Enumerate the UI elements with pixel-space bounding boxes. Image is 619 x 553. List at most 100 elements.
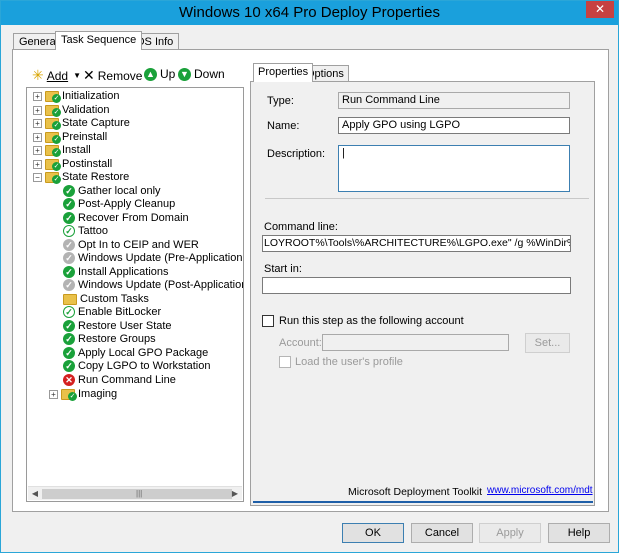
divider [265, 198, 589, 199]
name-label: Name: [267, 120, 300, 132]
description-input[interactable]: | [338, 145, 570, 192]
properties-box: Type: Run Command Line Name: Apply GPO u… [250, 81, 595, 506]
tab-properties[interactable]: Properties [253, 63, 314, 82]
set-button: Set... [525, 333, 570, 353]
folder-icon [45, 90, 61, 103]
command-line-input[interactable]: LOYROOT%\Tools\%ARCHITECTURE%\LGPO.exe" … [262, 235, 571, 252]
name-input[interactable]: Apply GPO using LGPO [338, 117, 570, 134]
error-icon: ✕ [63, 374, 75, 386]
tree-item-selected[interactable]: ✕ Run Command Line [63, 373, 176, 387]
check-outline-icon: ✓ [63, 225, 75, 237]
title-bar[interactable]: Windows 10 x64 Pro Deploy Properties ✕ [1, 1, 618, 25]
footer-rule [253, 501, 593, 503]
up-button[interactable]: ▲ Up [144, 67, 175, 81]
mdt-link[interactable]: www.microsoft.com/mdt [487, 485, 593, 496]
expand-icon[interactable]: + [33, 105, 42, 115]
type-label: Type: [267, 95, 294, 107]
expand-icon[interactable]: + [33, 91, 42, 101]
tree-item[interactable]: ✓ Opt In to CEIP and WER [63, 238, 199, 252]
check-icon: ✓ [63, 185, 75, 197]
check-icon: ✓ [63, 347, 75, 359]
folder-icon [45, 144, 61, 157]
properties-panel: Properties Options Type: Run Command Lin… [250, 63, 595, 506]
tree-item[interactable]: ✓ Restore User State [63, 319, 172, 333]
load-profile-checkbox [279, 356, 291, 368]
tree-group-preinstall[interactable]: + Preinstall [33, 130, 107, 144]
chevron-down-icon: ▼ [73, 71, 82, 80]
tree-item[interactable]: ✓ Gather local only [63, 184, 161, 198]
tree-item[interactable]: ✓ Restore Groups [63, 332, 156, 346]
run-as-label: Run this step as the following account [279, 315, 464, 327]
tree-item[interactable]: Custom Tasks [63, 292, 149, 306]
folder-icon [45, 117, 61, 130]
expand-icon[interactable]: + [33, 132, 42, 142]
folder-icon [45, 131, 61, 144]
folder-icon [45, 171, 61, 184]
tree-item[interactable]: ✓ Recover From Domain [63, 211, 189, 225]
tree-group-state-capture[interactable]: + State Capture [33, 116, 130, 130]
expand-icon[interactable]: + [49, 389, 58, 399]
check-icon: ✓ [63, 266, 75, 278]
tree-group-postinstall[interactable]: + Postinstall [33, 157, 112, 171]
up-arrow-icon: ▲ [144, 67, 157, 81]
properties-window: Windows 10 x64 Pro Deploy Properties ✕ G… [0, 0, 619, 553]
remove-button[interactable]: ✕ Remove [83, 67, 142, 84]
disabled-icon: ✓ [63, 252, 75, 264]
disabled-icon: ✓ [63, 239, 75, 251]
start-in-input[interactable] [262, 277, 571, 294]
run-as-checkbox[interactable] [262, 315, 274, 327]
tree-group-state-restore[interactable]: − State Restore [33, 170, 129, 184]
disabled-icon: ✓ [63, 279, 75, 291]
type-field: Run Command Line [338, 92, 570, 109]
collapse-icon[interactable]: − [33, 172, 42, 182]
tree-group-install[interactable]: + Install [33, 143, 91, 157]
close-button[interactable]: ✕ [586, 1, 614, 18]
down-arrow-icon: ▼ [178, 67, 191, 81]
tree-item[interactable]: + Imaging [49, 387, 117, 401]
tree-item[interactable]: ✓Windows Update (Pre-Application Install… [63, 251, 243, 265]
folder-icon [45, 104, 61, 117]
window-title: Windows 10 x64 Pro Deploy Properties [179, 4, 440, 21]
cancel-button[interactable]: Cancel [411, 523, 473, 543]
tree-item[interactable]: ✓Windows Update (Post-Application Instal… [63, 278, 243, 292]
tree-item[interactable]: ✓ Post-Apply Cleanup [63, 197, 175, 211]
footer-text: Microsoft Deployment Toolkit [348, 486, 483, 498]
check-icon: ✓ [63, 333, 75, 345]
account-label: Account: [279, 337, 322, 349]
scroll-left-icon[interactable]: ◀ [29, 488, 41, 500]
folder-icon [63, 293, 77, 305]
scroll-thumb[interactable]: ||| [42, 489, 232, 499]
load-profile-label: Load the user's profile [295, 356, 403, 368]
grip-icon: ||| [136, 489, 143, 498]
start-in-label: Start in: [264, 263, 302, 275]
expand-icon[interactable]: + [33, 145, 42, 155]
tree-group-validation[interactable]: + Validation [33, 103, 110, 117]
add-icon: ✳ [32, 67, 44, 83]
check-icon: ✓ [63, 320, 75, 332]
horizontal-scrollbar[interactable]: ◀ ||| ▶ [28, 486, 242, 500]
check-icon: ✓ [63, 198, 75, 210]
help-button[interactable]: Help [548, 523, 610, 543]
add-button[interactable]: ✳ Add ▼ [32, 67, 81, 84]
folder-icon [45, 158, 61, 171]
description-label: Description: [267, 148, 326, 160]
text-cursor: | [342, 147, 345, 159]
check-icon: ✓ [63, 360, 75, 372]
remove-icon: ✕ [83, 67, 95, 83]
expand-icon[interactable]: + [33, 118, 42, 128]
ok-button[interactable]: OK [342, 523, 404, 543]
command-line-label: Command line: [264, 221, 338, 233]
apply-button: Apply [479, 523, 541, 543]
tree-item[interactable]: ✓ Copy LGPO to Workstation [63, 359, 210, 373]
tab-task-sequence[interactable]: Task Sequence [55, 31, 143, 50]
tree-item[interactable]: ✓ Apply Local GPO Package [63, 346, 208, 360]
tree-item[interactable]: ✓ Install Applications [63, 265, 169, 279]
expand-icon[interactable]: + [33, 159, 42, 169]
tree-item[interactable]: ✓ Tattoo [63, 224, 108, 238]
check-outline-icon: ✓ [63, 306, 75, 318]
task-sequence-tree[interactable]: + Initialization + Validation + State Ca… [26, 87, 244, 502]
tree-item[interactable]: ✓ Enable BitLocker [63, 305, 161, 319]
down-button[interactable]: ▼ Down [178, 67, 225, 81]
tree-group-initialization[interactable]: + Initialization [33, 89, 119, 103]
scroll-right-icon[interactable]: ▶ [229, 488, 241, 500]
